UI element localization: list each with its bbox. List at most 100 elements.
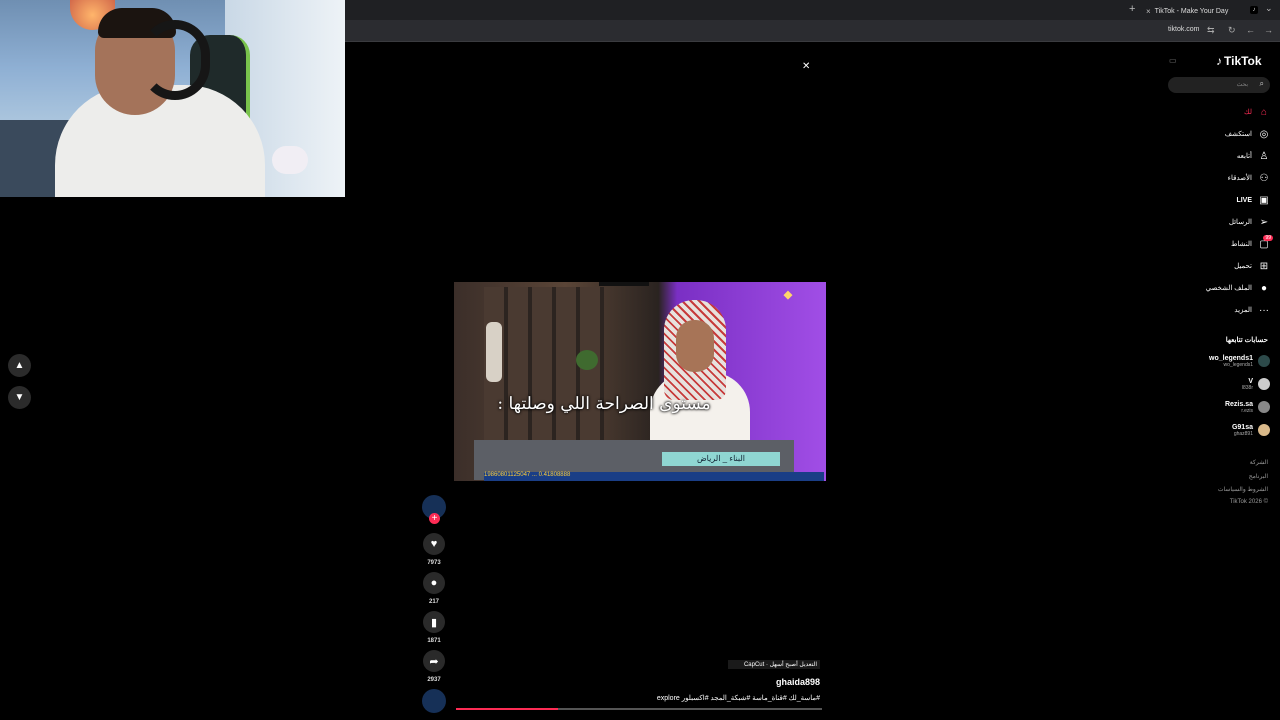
comment-count: 217	[428, 599, 439, 605]
search-input[interactable]: بحث ⌕	[1168, 77, 1270, 93]
footer-program-link[interactable]: البرنامج	[1249, 473, 1268, 480]
avatar	[1258, 355, 1270, 367]
account-handle: ghaz891	[1233, 430, 1253, 437]
collapse-sidebar-icon[interactable]: ▭	[1169, 56, 1177, 65]
sidebar-item-messages[interactable]: الرسائل ➢	[1229, 215, 1270, 229]
previous-video-button[interactable]: ▲	[8, 354, 31, 377]
following-accounts-title: حسابات تتابعها	[1225, 337, 1268, 344]
sidebar-item-upload[interactable]: تحميل ⊞	[1234, 259, 1270, 273]
tiktok-favicon-icon: ♪	[1250, 6, 1258, 14]
user-follow-icon: ♙	[1259, 150, 1269, 162]
video-caption: مستوى الصراحة اللي وصلتها :	[497, 394, 711, 414]
cam-headset	[140, 20, 210, 100]
capcut-template-link[interactable]: CapCut · التعديل أصبح أسهل	[728, 660, 820, 669]
video-progress-fill	[456, 708, 559, 710]
sidebar-item-label: تحميل	[1234, 263, 1252, 270]
browser-tab[interactable]: × TikTok - Make Your Day ♪	[1146, 2, 1258, 20]
sidebar-item-label: LIVE	[1236, 196, 1252, 204]
comment-icon: ●	[430, 577, 438, 589]
following-account[interactable]: Rezis.sa r.ezis	[1225, 398, 1270, 416]
tiktok-logo-text: TikTok	[1224, 54, 1262, 68]
footer-terms-link[interactable]: الشروط والسياسات	[1218, 486, 1268, 493]
following-account[interactable]: wo_legends1 wo_legends1	[1209, 352, 1270, 370]
channel-logo: ◆	[783, 289, 793, 301]
webcam-overlay	[0, 0, 345, 197]
next-video-button[interactable]: ▼	[8, 386, 31, 409]
sidebar-item-live[interactable]: LIVE ▣	[1236, 193, 1270, 207]
account-name: V	[1248, 377, 1253, 385]
site-settings-icon[interactable]: ⇆	[1207, 25, 1215, 36]
video-ticker: 19860801125047 ... 0.41808888	[484, 472, 824, 481]
more-icon: ···	[1259, 304, 1269, 316]
account-handle: wo_legends1	[1223, 361, 1253, 368]
sidebar-item-more[interactable]: المزيد ···	[1234, 303, 1270, 317]
video-vase	[486, 322, 502, 382]
tiktok-logo[interactable]: ♪ TikTok	[1216, 54, 1262, 68]
tab-title: TikTok - Make Your Day	[1154, 7, 1229, 15]
video-progress-bar[interactable]	[456, 708, 822, 710]
sidebar-item-label: المزيد	[1234, 307, 1252, 314]
sidebar-item-label: الرسائل	[1228, 219, 1252, 226]
account-handle: r.ezis	[1241, 407, 1253, 414]
close-icon[interactable]: ✕	[802, 61, 810, 72]
activity-badge: 99	[1263, 234, 1273, 241]
sidebar-item-for-you[interactable]: لك ⌂	[1244, 105, 1270, 119]
sidebar-item-explore[interactable]: استكشف ◎	[1225, 127, 1270, 141]
compass-icon: ◎	[1259, 128, 1269, 140]
save-count: 1871	[427, 638, 441, 644]
sidebar-item-label: الملف الشخصي	[1205, 285, 1252, 292]
sidebar-item-profile[interactable]: الملف الشخصي ●	[1206, 281, 1270, 295]
sidebar-item-label: استكشف	[1224, 131, 1252, 138]
upload-icon: ⊞	[1259, 260, 1269, 272]
inbox-icon: ▢ 99	[1259, 234, 1273, 250]
video-player[interactable]: ◆ مستوى الصراحة اللي وصلتها : البناء _ ا…	[454, 282, 826, 481]
music-disc-avatar[interactable]	[422, 689, 446, 713]
tab-menu-button[interactable]: ⌄	[1265, 3, 1273, 14]
tab-close-icon[interactable]: ×	[1146, 7, 1151, 16]
account-name: Rezis.sa	[1224, 400, 1253, 408]
new-tab-button[interactable]: +	[1129, 3, 1135, 15]
video-hashtags[interactable]: #ماسة_لك #قناة_ماسة #شبكة_المجد #اكسبلور…	[620, 694, 820, 702]
profile-icon: ●	[1260, 282, 1268, 294]
sidebar-item-friends[interactable]: الأصدقاء ⚇	[1228, 171, 1270, 185]
home-icon: ⌂	[1260, 106, 1268, 118]
account-handle: l838r	[1241, 384, 1253, 391]
search-icon: ⌕	[1259, 79, 1264, 88]
following-account[interactable]: Vl838r	[1242, 375, 1270, 393]
sidebar-item-following[interactable]: أتابعه ♙	[1237, 149, 1270, 163]
heart-icon: ♥	[430, 538, 438, 550]
cam-plush-toy	[272, 146, 308, 174]
sidebar-item-label: النشاط	[1230, 241, 1252, 248]
save-button[interactable]: ▮	[423, 611, 445, 633]
share-icon: ➦	[429, 655, 439, 668]
reload-icon[interactable]: ↻	[1228, 25, 1236, 36]
sidebar-item-activity[interactable]: النشاط ▢ 99	[1230, 234, 1273, 251]
avatar	[1258, 378, 1270, 390]
back-icon[interactable]: ←	[1246, 25, 1255, 35]
share-button[interactable]: ➦	[423, 650, 445, 672]
chevron-up-icon: ▲	[14, 360, 25, 371]
search-placeholder: بحث	[1236, 82, 1248, 88]
avatar	[1258, 424, 1270, 436]
sidebar: ▭ ♪ TikTok بحث ⌕ لك ⌂ استكشف ◎ أتابعه ♙ …	[1164, 48, 1280, 720]
tiktok-note-icon: ♪	[1216, 54, 1222, 68]
avatar	[1258, 401, 1270, 413]
video-person-face	[676, 320, 714, 372]
video-top-strip	[599, 282, 649, 286]
bookmark-icon: ▮	[430, 616, 438, 629]
follow-plus-icon[interactable]: +	[429, 513, 440, 524]
live-icon: ▣	[1259, 194, 1269, 206]
url-text[interactable]: tiktok.com	[1168, 26, 1200, 33]
account-name: wo_legends1	[1209, 354, 1253, 362]
like-count: 7973	[427, 560, 441, 566]
comment-button[interactable]: ●	[423, 572, 445, 594]
footer-company-link[interactable]: الشركة	[1250, 459, 1268, 466]
video-plant	[576, 350, 598, 370]
like-button[interactable]: ♥	[423, 533, 445, 555]
sidebar-item-label: أتابعه	[1236, 153, 1252, 160]
forward-icon[interactable]: →	[1264, 25, 1273, 35]
video-author[interactable]: ghaida898	[740, 677, 820, 687]
following-account[interactable]: G91sa ghaz891	[1232, 421, 1270, 439]
account-name: G91sa	[1231, 423, 1253, 431]
friends-icon: ⚇	[1259, 172, 1269, 184]
